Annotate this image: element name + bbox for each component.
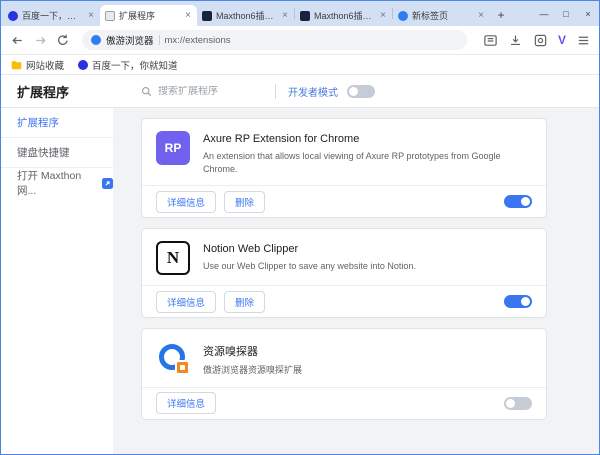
extension-description: 傲游浏览器资源嗅探扩展 — [203, 364, 302, 377]
card-content: N Notion Web Clipper Use our Web Clipper… — [142, 229, 546, 285]
external-link-icon — [102, 178, 113, 189]
sidebar-item-extensions[interactable]: 扩展程序 — [1, 108, 113, 138]
browser-window: 百度一下，你就知道 × 扩展程序 × Maxthon6插件中心 × Maxtho… — [0, 0, 600, 455]
remove-button[interactable]: 删除 — [224, 191, 265, 213]
tab-close-icon[interactable]: × — [184, 11, 192, 21]
extension-name: 资源嗅探器 — [203, 343, 302, 359]
search-icon — [141, 86, 152, 97]
tab-title: Maxthon6插件中心 — [314, 9, 375, 22]
extensions-list: RP Axure RP Extension for Chrome An exte… — [113, 108, 599, 454]
bookmarks-bar: 网站收藏 百度一下，你就知道 — [1, 55, 599, 75]
remove-button[interactable]: 删除 — [224, 291, 265, 313]
address-bar[interactable]: 傲游浏览器 mx://extensions — [82, 30, 467, 50]
newtab-favicon-icon — [398, 11, 408, 21]
developer-mode-toggle[interactable] — [347, 85, 375, 98]
card-text: Notion Web Clipper Use our Web Clipper t… — [203, 241, 416, 275]
address-divider — [159, 35, 160, 45]
developer-mode-label: 开发者模式 — [288, 84, 338, 99]
tab-extensions[interactable]: 扩展程序 × — [100, 5, 197, 26]
details-button[interactable]: 详细信息 — [156, 392, 216, 414]
window-controls: — □ × — [533, 1, 599, 26]
maxthon-plugin-favicon-icon — [300, 11, 310, 21]
toolbar-actions: V — [483, 32, 591, 48]
details-button[interactable]: 详细信息 — [156, 191, 216, 213]
sidebar-footer-label: 打开 Maxthon 网... — [17, 168, 97, 198]
new-tab-button[interactable]: + — [492, 6, 510, 24]
folder-icon — [11, 60, 22, 70]
tab-baidu[interactable]: 百度一下，你就知道 × — [3, 5, 100, 26]
tab-plugin-center-1[interactable]: Maxthon6插件中心 × — [197, 5, 294, 26]
extension-description: An extension that allows local viewing o… — [203, 150, 532, 175]
tab-title: 百度一下，你就知道 — [22, 9, 83, 22]
maxthon-logo-icon[interactable]: V — [558, 33, 566, 47]
extensions-favicon-icon — [105, 11, 115, 21]
sniffer-square-shape — [175, 360, 190, 375]
extension-toggle[interactable] — [504, 397, 532, 410]
bookmark-label: 百度一下，你就知道 — [92, 58, 178, 72]
baidu-favicon-icon — [8, 11, 18, 21]
card-footer: 详细信息 删除 — [142, 185, 546, 217]
sidebar: 扩展程序 键盘快捷键 打开 Maxthon 网... — [1, 108, 113, 454]
extension-card-resource-sniffer: 资源嗅探器 傲游浏览器资源嗅探扩展 详细信息 — [141, 328, 547, 420]
tab-close-icon[interactable]: × — [87, 11, 95, 21]
tab-new-page[interactable]: 新标签页 × — [393, 5, 490, 26]
tab-bar: 百度一下，你就知道 × 扩展程序 × Maxthon6插件中心 × Maxtho… — [1, 1, 599, 26]
close-button[interactable]: × — [577, 1, 599, 26]
site-name: 傲游浏览器 — [106, 33, 154, 47]
extension-search — [141, 86, 263, 97]
card-text: 资源嗅探器 傲游浏览器资源嗅探扩展 — [203, 341, 302, 377]
sidebar-item-label: 键盘快捷键 — [17, 145, 70, 160]
page-title: 扩展程序 — [1, 82, 113, 101]
card-text: Axure RP Extension for Chrome An extensi… — [203, 131, 532, 175]
header-divider — [275, 84, 276, 99]
tab-close-icon[interactable]: × — [281, 11, 289, 21]
extension-name: Notion Web Clipper — [203, 243, 416, 255]
tab-title: Maxthon6插件中心 — [216, 9, 277, 22]
screenshot-icon[interactable] — [533, 32, 549, 48]
reader-mode-icon[interactable] — [483, 32, 499, 48]
baidu-favicon-icon — [78, 60, 88, 70]
sidebar-item-label: 扩展程序 — [17, 115, 59, 130]
card-footer: 详细信息 — [142, 387, 546, 419]
minimize-button[interactable]: — — [533, 1, 555, 26]
extension-toggle[interactable] — [504, 295, 532, 308]
menu-icon[interactable] — [575, 32, 591, 48]
bookmark-label: 网站收藏 — [26, 58, 64, 72]
card-content: 资源嗅探器 傲游浏览器资源嗅探扩展 — [142, 329, 546, 387]
sidebar-open-maxthon-store[interactable]: 打开 Maxthon 网... — [1, 168, 113, 198]
maximize-button[interactable]: □ — [555, 1, 577, 26]
back-icon[interactable] — [9, 32, 25, 48]
tab-title: 扩展程序 — [119, 9, 180, 22]
card-content: RP Axure RP Extension for Chrome An exte… — [142, 119, 546, 185]
extension-card-axure-rp: RP Axure RP Extension for Chrome An exte… — [141, 118, 547, 218]
maxthon-plugin-favicon-icon — [202, 11, 212, 21]
bookmark-folder-favorites[interactable]: 网站收藏 — [11, 58, 64, 72]
tab-plugin-center-2[interactable]: Maxthon6插件中心 × — [295, 5, 392, 26]
details-button[interactable]: 详细信息 — [156, 291, 216, 313]
address-url: mx://extensions — [165, 35, 231, 46]
extension-toggle[interactable] — [504, 195, 532, 208]
extension-name: Axure RP Extension for Chrome — [203, 133, 532, 145]
tab-close-icon[interactable]: × — [379, 11, 387, 21]
nav-toolbar: 傲游浏览器 mx://extensions V — [1, 26, 599, 55]
search-input[interactable] — [158, 86, 263, 97]
extension-description: Use our Web Clipper to save any website … — [203, 260, 416, 273]
bookmark-baidu[interactable]: 百度一下，你就知道 — [78, 58, 178, 72]
refresh-icon[interactable] — [55, 32, 71, 48]
forward-icon[interactable] — [32, 32, 48, 48]
resource-sniffer-icon — [156, 341, 190, 375]
card-footer: 详细信息 删除 — [142, 285, 546, 317]
notion-icon: N — [156, 241, 190, 275]
tab-close-icon[interactable]: × — [477, 11, 485, 21]
axure-rp-icon: RP — [156, 131, 190, 165]
tab-title: 新标签页 — [412, 9, 473, 22]
extension-card-notion: N Notion Web Clipper Use our Web Clipper… — [141, 228, 547, 318]
sidebar-item-keyboard-shortcuts[interactable]: 键盘快捷键 — [1, 138, 113, 168]
extensions-page-body: 扩展程序 键盘快捷键 打开 Maxthon 网... RP Axure RP E… — [1, 108, 599, 454]
maxthon-favicon-icon — [91, 35, 101, 45]
download-icon[interactable] — [508, 32, 524, 48]
extensions-page-header: 扩展程序 开发者模式 — [1, 75, 599, 108]
